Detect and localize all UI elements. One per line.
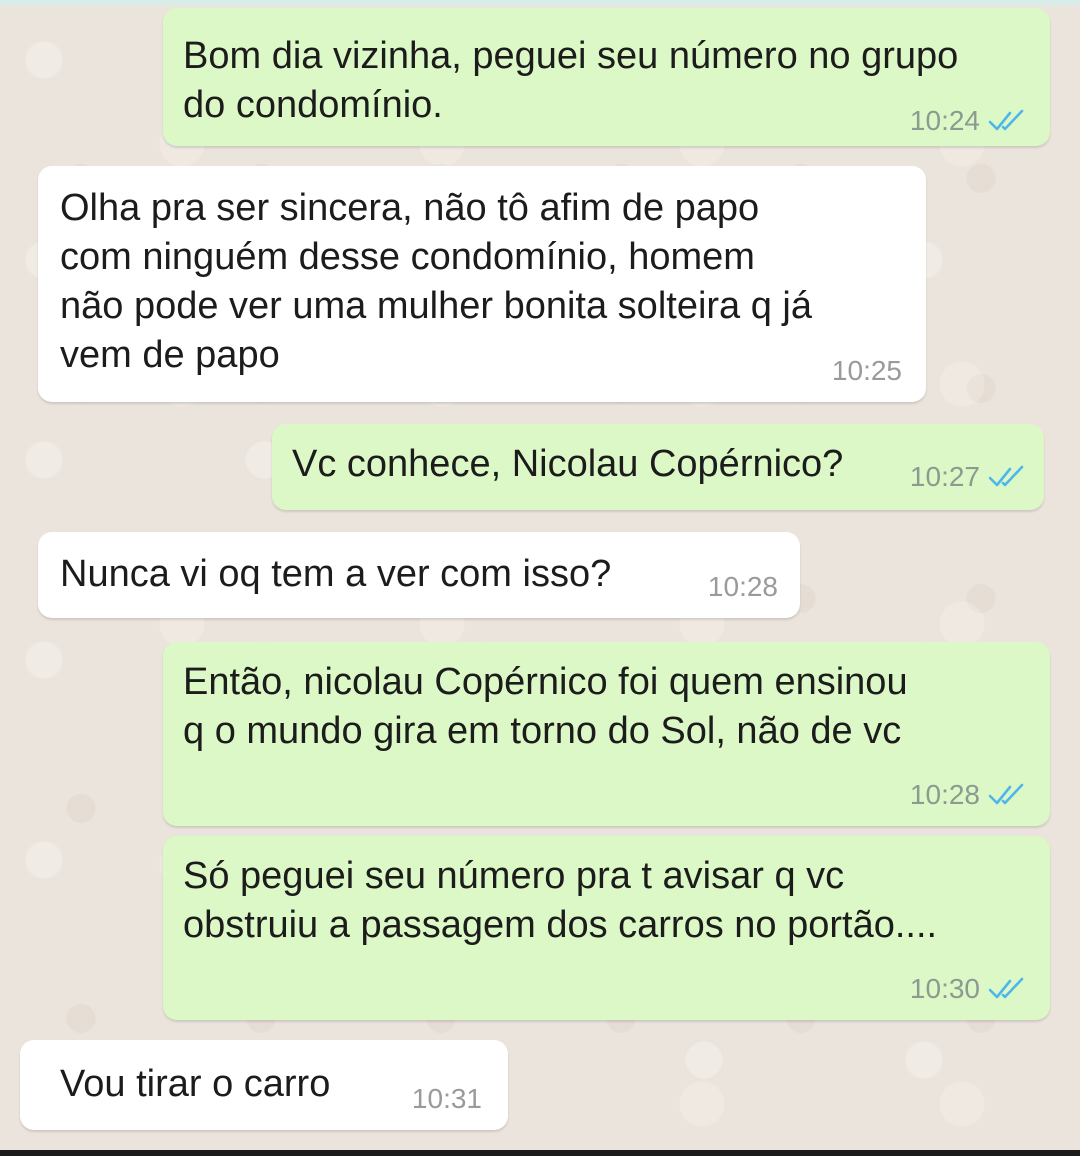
top-edge — [0, 0, 1080, 6]
double-check-read-icon — [988, 109, 1024, 131]
message-text: Vc conhece, Nicolau Copérnico? — [292, 443, 844, 485]
message-time: 10:24 — [909, 105, 980, 136]
message-text: Só peguei seu número pra t avisar q vc o… — [183, 855, 938, 946]
message-bubble-incoming[interactable]: Olha pra ser sincera, não tô afim de pap… — [38, 166, 926, 402]
message-text: Olha pra ser sincera, não tô afim de pap… — [60, 187, 813, 376]
message-time: 10:28 — [707, 571, 778, 602]
message-time: 10:31 — [411, 1083, 482, 1114]
bottom-edge — [0, 1150, 1080, 1156]
message-time: 10:28 — [909, 779, 980, 810]
message-time: 10:30 — [909, 973, 980, 1004]
double-check-read-icon — [988, 977, 1024, 999]
message-meta: 10:25 — [832, 356, 902, 386]
message-bubble-incoming[interactable]: Vou tirar o carro 10:31 — [20, 1040, 508, 1130]
message-meta: 10:28 — [708, 572, 778, 602]
message-bubble-outgoing[interactable]: Só peguei seu número pra t avisar q vc o… — [163, 836, 1050, 1020]
message-meta: 10:30 — [910, 974, 1026, 1004]
message-bubble-outgoing[interactable]: Então, nicolau Copérnico foi quem ensino… — [163, 642, 1050, 826]
double-check-read-icon — [988, 465, 1024, 487]
message-time: 10:27 — [909, 461, 980, 492]
message-bubble-outgoing[interactable]: Bom dia vizinha, peguei seu número no gr… — [163, 8, 1050, 146]
message-time: 10:25 — [831, 355, 902, 386]
message-text: Vou tirar o carro — [60, 1063, 331, 1105]
message-meta: 10:24 — [910, 106, 1026, 136]
double-check-read-icon — [988, 783, 1024, 805]
message-bubble-outgoing[interactable]: Vc conhece, Nicolau Copérnico? 10:27 — [272, 424, 1044, 510]
message-text: Bom dia vizinha, peguei seu número no gr… — [183, 35, 959, 126]
message-meta: 10:28 — [910, 780, 1026, 810]
message-text: Então, nicolau Copérnico foi quem ensino… — [183, 661, 908, 752]
message-meta: 10:27 — [910, 462, 1026, 492]
message-text: Nunca vi oq tem a ver com isso? — [60, 553, 612, 595]
message-bubble-incoming[interactable]: Nunca vi oq tem a ver com isso? 10:28 — [38, 532, 800, 618]
message-meta: 10:31 — [412, 1084, 482, 1114]
